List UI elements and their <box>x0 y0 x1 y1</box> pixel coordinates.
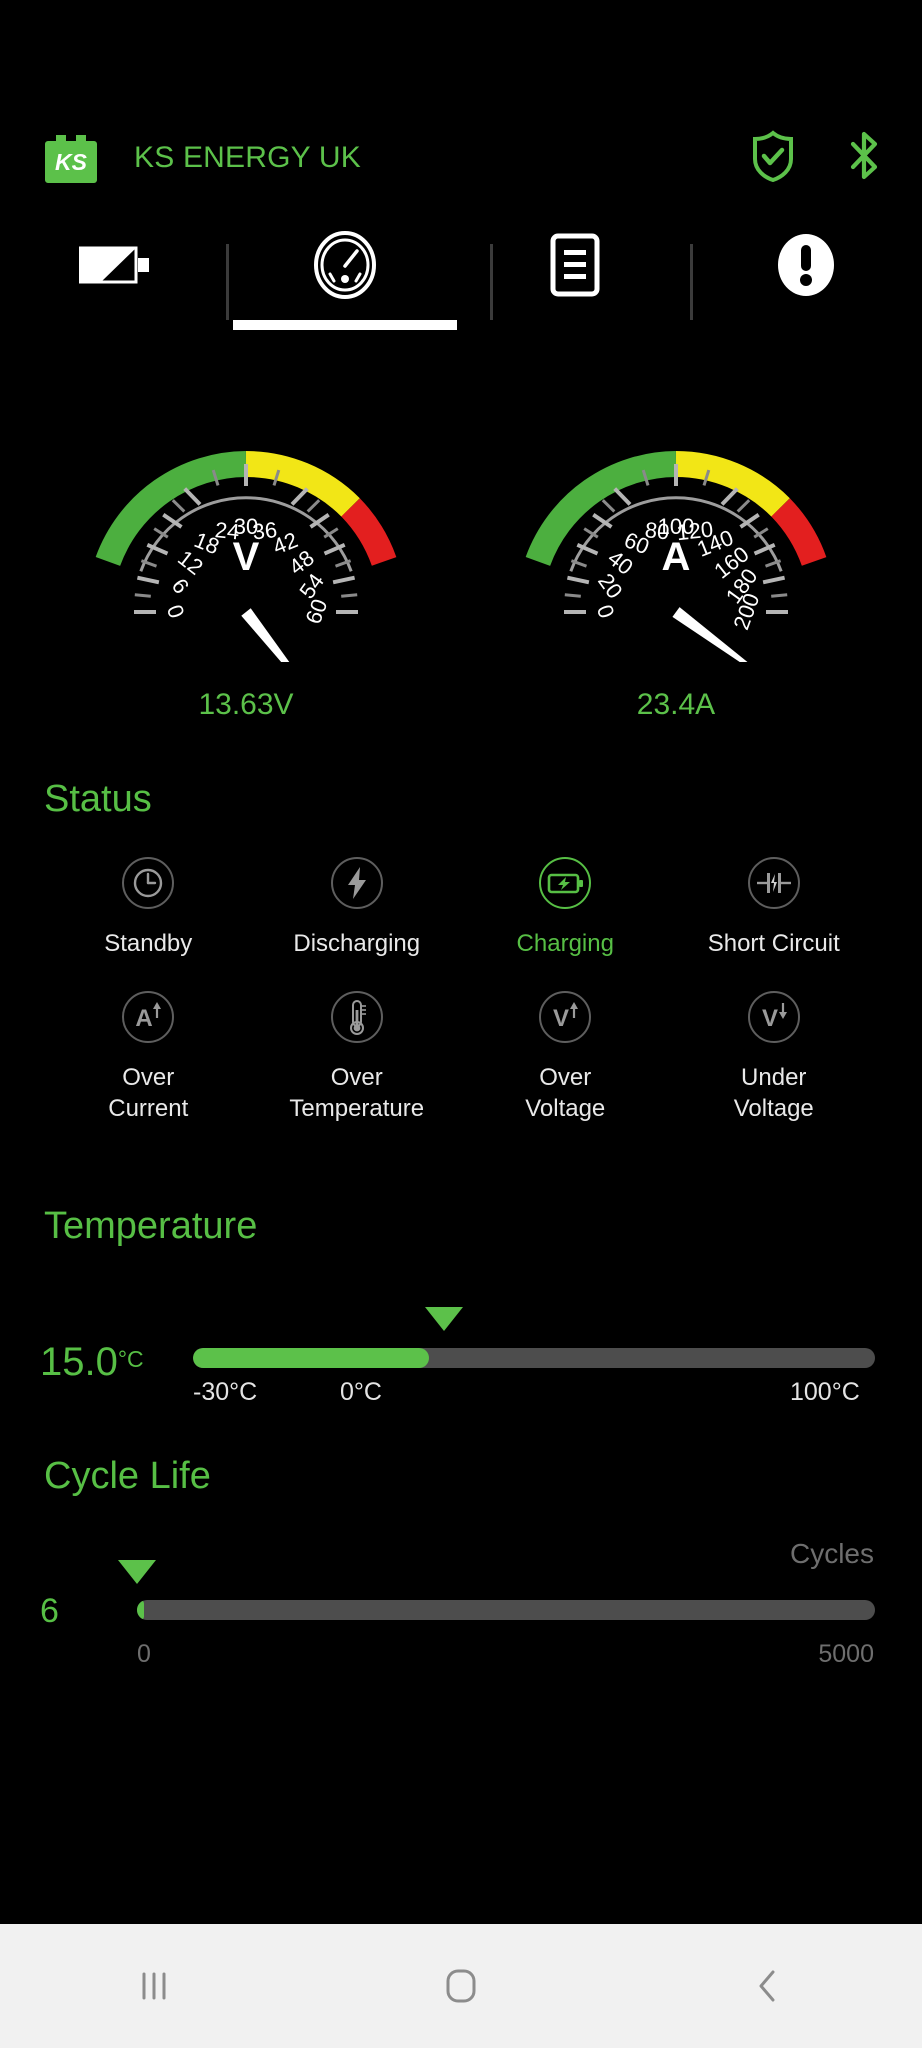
svg-text:0: 0 <box>162 601 190 621</box>
svg-text:0: 0 <box>592 601 620 621</box>
cycle-life-slider-block: Cycles 6 0 5000 <box>0 1520 922 1680</box>
status-item-under-voltage[interactable]: V Under Voltage <box>670 990 879 1125</box>
status-item-short-circuit[interactable]: Short Circuit <box>670 856 879 960</box>
current-gauge-svg: 0 20 40 60 80 100 120 140 160 180 200 A <box>525 451 827 674</box>
cycle-life-section-title: Cycle Life <box>44 1455 211 1497</box>
voltage-gauge: 0 6 12 18 24 30 36 42 48 54 60 V 13.63V <box>76 412 416 722</box>
cycle-life-value: 6 <box>40 1592 59 1630</box>
cycle-life-unit-label: Cycles <box>789 1538 874 1569</box>
shield-check-icon[interactable] <box>750 129 796 187</box>
svg-text:KS: KS <box>55 149 88 175</box>
voltage-reading: 13.63V <box>198 688 294 721</box>
app-screen: KS KS ENERGY UK 0 6 12 18 24 30 36 42 48… <box>0 0 922 2048</box>
status-grid: Standby Discharging Charging Short Circu… <box>44 856 878 1125</box>
document-list-icon <box>549 222 601 308</box>
tab-active-underline <box>233 320 457 330</box>
tab-records[interactable] <box>495 222 655 340</box>
voltage-gauge-svg: 0 6 12 18 24 30 36 42 48 54 60 V <box>95 451 397 694</box>
cycle-life-track-fill <box>137 1600 144 1620</box>
back-icon[interactable] <box>708 1924 828 2048</box>
clock-icon <box>121 856 175 910</box>
temperature-slider-block: 15.0°C -30°C 0°C 100°C <box>0 1290 922 1410</box>
temperature-min-label: -30°C <box>193 1378 258 1406</box>
temperature-track-fill <box>193 1348 429 1368</box>
current-reading: 23.4A <box>636 688 716 721</box>
current-gauge: 0 20 40 60 80 100 120 140 160 180 200 A <box>506 412 846 722</box>
status-item-discharging[interactable]: Discharging <box>253 856 462 960</box>
tab-gauge[interactable] <box>233 222 457 340</box>
temperature-value: 15.0°C <box>40 1340 144 1385</box>
current-unit-label: A <box>662 535 691 579</box>
bluetooth-icon[interactable] <box>846 129 882 188</box>
brand-name: KS ENERGY UK <box>134 141 361 174</box>
svg-text:V: V <box>553 1005 569 1032</box>
status-section-title: Status <box>44 778 152 820</box>
status-item-label: Under Voltage <box>733 1063 814 1123</box>
cycle-life-track[interactable] <box>137 1600 875 1620</box>
voltage-up-icon: V <box>538 990 592 1044</box>
current-up-icon: A <box>121 990 175 1044</box>
main-tabbar <box>0 222 922 340</box>
voltage-down-icon: V <box>747 990 801 1044</box>
alert-exclamation-icon <box>775 222 837 308</box>
tab-separator-2 <box>490 244 493 320</box>
battery-half-icon <box>79 222 151 308</box>
status-item-over-voltage[interactable]: V Over Voltage <box>461 990 670 1125</box>
gauge-dashboard-icon <box>313 222 377 308</box>
svg-text:A: A <box>136 1005 153 1032</box>
ks-battery-logo-icon: KS <box>40 131 102 185</box>
app-header: KS KS ENERGY UK <box>0 118 922 198</box>
temperature-mid-label: 0°C <box>340 1378 382 1406</box>
svg-text:V: V <box>762 1005 778 1032</box>
tab-separator-3 <box>690 244 693 320</box>
gauges-row: 0 6 12 18 24 30 36 42 48 54 60 V 13.63V … <box>0 412 922 722</box>
short-circuit-icon <box>747 856 801 910</box>
status-item-over-current[interactable]: A Over Current <box>44 990 253 1125</box>
tab-separator-1 <box>226 244 229 320</box>
status-item-label: Over Voltage <box>525 1063 606 1123</box>
temperature-max-label: 100°C <box>790 1378 860 1406</box>
home-icon[interactable] <box>401 1924 521 2048</box>
status-item-over-temperature[interactable]: Over Temperature <box>253 990 462 1125</box>
temperature-value-number: 15.0 <box>40 1340 118 1384</box>
thermometer-icon <box>330 990 384 1044</box>
status-item-charging[interactable]: Charging <box>461 856 670 960</box>
tab-battery[interactable] <box>35 222 195 340</box>
tab-alerts[interactable] <box>726 222 886 340</box>
temperature-marker <box>425 1307 463 1331</box>
temperature-section-title: Temperature <box>44 1205 258 1247</box>
recents-icon[interactable] <box>94 1924 214 2048</box>
status-item-label: Over Temperature <box>289 1063 425 1123</box>
status-item-label: Over Current <box>108 1063 189 1123</box>
svg-text:60: 60 <box>300 596 332 628</box>
temperature-value-unit: °C <box>117 1346 144 1372</box>
temperature-track[interactable] <box>193 1348 875 1368</box>
status-item-label: Short Circuit <box>707 930 840 957</box>
cycle-life-max-label: 5000 <box>818 1640 874 1668</box>
status-item-label: Charging <box>516 930 614 957</box>
cycle-life-marker <box>118 1560 156 1584</box>
voltage-unit-label: V <box>233 535 260 579</box>
cycle-life-min-label: 0 <box>137 1640 151 1668</box>
android-navbar <box>0 1924 922 2048</box>
battery-charging-icon <box>538 856 592 910</box>
status-item-label: Discharging <box>293 930 421 957</box>
status-item-label: Standby <box>104 930 193 957</box>
status-item-standby[interactable]: Standby <box>44 856 253 960</box>
lightning-bolt-icon <box>330 856 384 910</box>
